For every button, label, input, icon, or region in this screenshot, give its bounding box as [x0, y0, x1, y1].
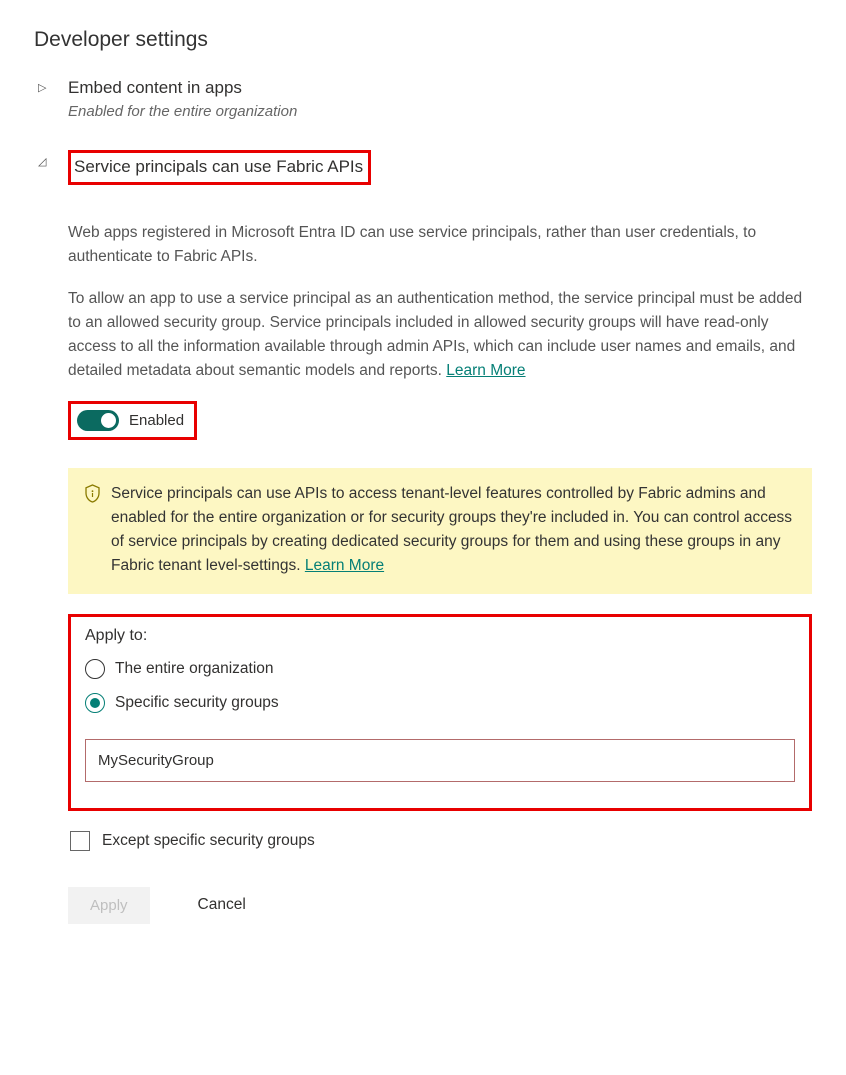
apply-to-label: Apply to: — [85, 627, 795, 645]
radio-label: The entire organization — [115, 660, 274, 678]
description-paragraph: Web apps registered in Microsoft Entra I… — [68, 221, 812, 269]
info-text: Service principals can use APIs to acces… — [111, 482, 794, 578]
setting-title: Embed content in apps — [68, 76, 812, 100]
chevron-down-icon: ◿ — [38, 155, 52, 168]
highlight-box: Enabled — [68, 401, 197, 440]
radio-label: Specific security groups — [115, 694, 279, 712]
toggle-label: Enabled — [129, 412, 184, 429]
apply-button[interactable]: Apply — [68, 887, 150, 924]
highlight-box: Service principals can use Fabric APIs — [68, 150, 371, 185]
setting-service-principals[interactable]: ◿ Service principals can use Fabric APIs — [34, 150, 812, 185]
setting-title: Service principals can use Fabric APIs — [74, 157, 363, 176]
setting-subtitle: Enabled for the entire organization — [68, 103, 812, 120]
info-banner: Service principals can use APIs to acces… — [68, 468, 812, 594]
setting-embed-content[interactable]: ▷ Embed content in apps Enabled for the … — [34, 76, 812, 120]
radio-icon — [85, 659, 105, 679]
learn-more-link[interactable]: Learn More — [305, 557, 384, 574]
security-group-input[interactable] — [85, 739, 795, 782]
highlight-box: Apply to: The entire organization Specif… — [68, 614, 812, 811]
section-title: Developer settings — [34, 28, 812, 52]
description-paragraph: To allow an app to use a service princip… — [68, 287, 812, 383]
checkbox-label: Except specific security groups — [102, 832, 315, 850]
except-groups-checkbox-row[interactable]: Except specific security groups — [70, 831, 812, 851]
radio-entire-org[interactable]: The entire organization — [85, 659, 795, 679]
checkbox-icon — [70, 831, 90, 851]
radio-icon — [85, 693, 105, 713]
radio-specific-groups[interactable]: Specific security groups — [85, 693, 795, 713]
shield-icon — [84, 484, 101, 578]
toggle-knob — [101, 413, 116, 428]
learn-more-link[interactable]: Learn More — [446, 362, 525, 379]
enabled-toggle[interactable] — [77, 410, 119, 431]
chevron-right-icon: ▷ — [38, 81, 52, 94]
cancel-button[interactable]: Cancel — [192, 895, 252, 915]
